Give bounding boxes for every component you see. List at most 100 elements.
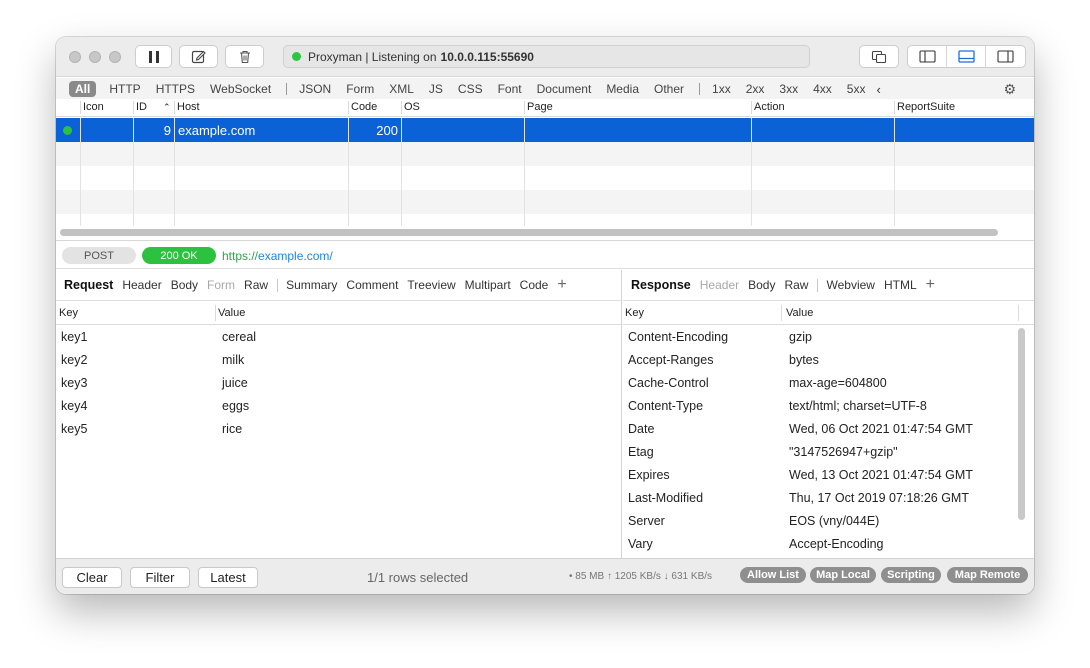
column-code[interactable]: Code (351, 101, 377, 113)
column-divider (1018, 305, 1019, 321)
kv-key: Date (628, 422, 655, 436)
duplicate-window-button[interactable] (859, 45, 899, 68)
filter-4xx[interactable]: 4xx (813, 82, 832, 96)
request-kv-row[interactable]: key3 juice (56, 372, 621, 395)
response-kv-row[interactable]: Vary Accept-Encoding (623, 533, 1034, 556)
pause-button[interactable] (135, 45, 172, 68)
column-host[interactable]: Host (177, 101, 200, 113)
empty-row (56, 142, 1034, 166)
response-kv-row[interactable]: Content-Encoding gzip (623, 326, 1034, 349)
column-page[interactable]: Page (527, 101, 553, 113)
request-kv-row[interactable]: key5 rice (56, 418, 621, 441)
response-kv-row[interactable]: Content-Type text/html; charset=UTF-8 (623, 395, 1034, 418)
minimize-window-button[interactable] (89, 51, 101, 63)
url-scheme: https:// (222, 249, 259, 263)
latest-button[interactable]: Latest (198, 567, 258, 588)
filter-form[interactable]: Form (346, 82, 374, 96)
tab-request-body[interactable]: Body (171, 278, 198, 292)
tab-response-header[interactable]: Header (700, 278, 739, 292)
map-local-badge[interactable]: Map Local (810, 567, 876, 583)
allow-list-badge[interactable]: Allow List (740, 567, 806, 583)
kv-key: Content-Type (628, 399, 704, 413)
request-kv-row[interactable]: key4 eggs (56, 395, 621, 418)
scripting-badge[interactable]: Scripting (881, 567, 941, 583)
column-divider (894, 101, 895, 114)
filter-http[interactable]: HTTP (109, 82, 140, 96)
map-remote-badge[interactable]: Map Remote (947, 567, 1028, 583)
filter-json[interactable]: JSON (299, 82, 331, 96)
response-kv-row[interactable]: Date Wed, 06 Oct 2021 01:47:54 GMT (623, 418, 1034, 441)
kv-value: cereal (222, 330, 257, 344)
sort-ascending-icon[interactable]: ⌃ (163, 102, 171, 113)
filter-js[interactable]: JS (429, 82, 443, 96)
filter-media[interactable]: Media (606, 82, 639, 96)
filter-font[interactable]: Font (498, 82, 522, 96)
toggle-right-sidebar-button[interactable] (986, 46, 1025, 67)
trash-icon (239, 50, 250, 64)
response-kv-row[interactable]: Cache-Control max-age=604800 (623, 372, 1034, 395)
response-kv-row[interactable]: Accept-Ranges bytes (623, 349, 1034, 372)
filter-button[interactable]: Filter (130, 567, 190, 588)
tab-response-webview[interactable]: Webview (826, 278, 874, 292)
address-text: Proxyman | Listening on (308, 49, 437, 64)
vertical-scrollbar[interactable] (1018, 328, 1025, 520)
clear-button[interactable]: Clear (62, 567, 122, 588)
filter-2xx[interactable]: 2xx (746, 82, 765, 96)
delete-button[interactable] (225, 45, 264, 68)
filter-websocket[interactable]: WebSocket (210, 82, 271, 96)
tab-request-treeview[interactable]: Treeview (407, 278, 455, 292)
request-kv-row[interactable]: key2 milk (56, 349, 621, 372)
column-id[interactable]: ID (136, 101, 147, 113)
horizontal-scrollbar[interactable] (60, 229, 998, 236)
tab-response-raw[interactable]: Raw (784, 278, 808, 292)
key-column-header[interactable]: Key (625, 307, 644, 319)
response-kv-row[interactable]: Server EOS (vny/044E) (623, 510, 1034, 533)
column-rule (524, 118, 525, 226)
tab-request-summary[interactable]: Summary (286, 278, 337, 292)
column-rule (174, 118, 175, 226)
flow-row[interactable]: 9 example.com 200 (56, 118, 1034, 142)
request-tabs: Request Header Body Form Raw Summary Com… (56, 270, 621, 301)
panel-bottom-icon (957, 50, 975, 63)
tab-request-code[interactable]: Code (520, 278, 549, 292)
filter-3xx[interactable]: 3xx (779, 82, 798, 96)
filter-5xx[interactable]: 5xx (847, 82, 866, 96)
tab-request-multipart[interactable]: Multipart (465, 278, 511, 292)
column-os[interactable]: OS (404, 101, 420, 113)
tab-response-html[interactable]: HTML (884, 278, 917, 292)
close-window-button[interactable] (69, 51, 81, 63)
response-kv-row[interactable]: Etag "3147526947+gzip" (623, 441, 1034, 464)
filter-xml[interactable]: XML (389, 82, 414, 96)
toggle-left-sidebar-button[interactable] (908, 46, 947, 67)
gear-icon[interactable]: ⚙ (1003, 81, 1016, 98)
filter-document[interactable]: Document (537, 82, 592, 96)
title-bar: Proxyman | Listening on 10.0.0.115:55690 (56, 37, 1034, 77)
tab-request-comment[interactable]: Comment (346, 278, 398, 292)
tab-request-raw[interactable]: Raw (244, 278, 268, 292)
value-column-header[interactable]: Value (218, 307, 245, 319)
filter-1xx[interactable]: 1xx (712, 82, 731, 96)
chevron-left-icon[interactable]: ‹ (876, 82, 880, 97)
response-kv-row[interactable]: Last-Modified Thu, 17 Oct 2019 07:18:26 G… (623, 487, 1034, 510)
value-column-header[interactable]: Value (786, 307, 813, 319)
request-url[interactable]: https://example.com/ (222, 249, 333, 263)
add-tab-icon[interactable]: + (926, 276, 935, 294)
kv-value: milk (222, 353, 245, 367)
tab-request-header[interactable]: Header (122, 278, 161, 292)
zoom-window-button[interactable] (109, 51, 121, 63)
column-icon[interactable]: Icon (83, 101, 104, 113)
tab-request-form[interactable]: Form (207, 278, 235, 292)
filter-css[interactable]: CSS (458, 82, 483, 96)
column-reportsuite[interactable]: ReportSuite (897, 101, 955, 113)
add-tab-icon[interactable]: + (557, 276, 566, 294)
filter-https[interactable]: HTTPS (156, 82, 195, 96)
request-kv-row[interactable]: key1 cereal (56, 326, 621, 349)
column-action[interactable]: Action (754, 101, 785, 113)
response-kv-row[interactable]: Expires Wed, 13 Oct 2021 01:47:54 GMT (623, 464, 1034, 487)
tab-response-body[interactable]: Body (748, 278, 775, 292)
filter-all[interactable]: All (69, 81, 97, 97)
key-column-header[interactable]: Key (59, 307, 78, 319)
filter-other[interactable]: Other (654, 82, 684, 96)
compose-button[interactable] (179, 45, 218, 68)
toggle-bottom-panel-button[interactable] (947, 46, 986, 67)
